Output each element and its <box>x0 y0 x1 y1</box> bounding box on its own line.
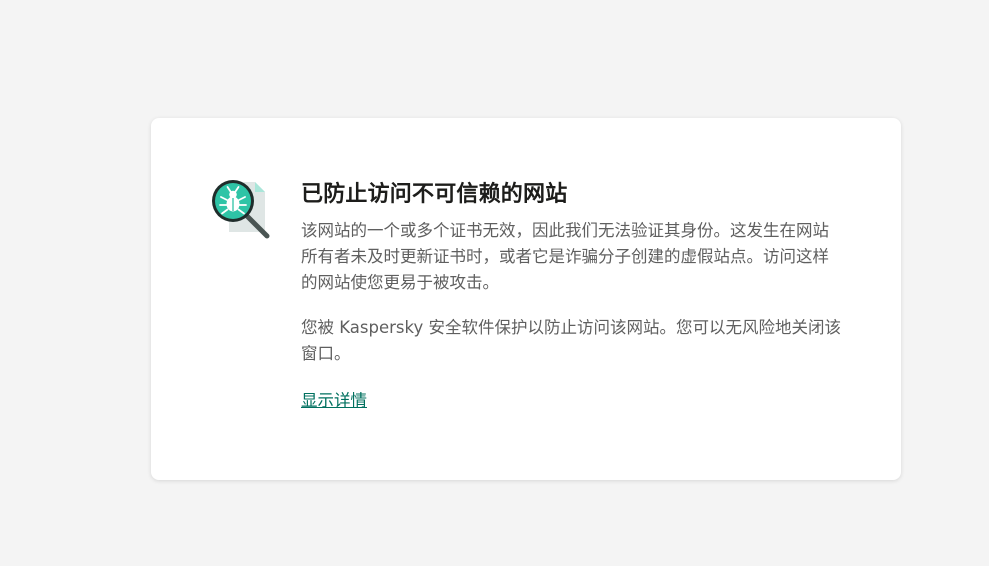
protection-notice: 您被 Kaspersky 安全软件保护以防止访问该网站。您可以无风险地关闭该窗口… <box>301 318 841 363</box>
warning-card: 已防止访问不可信赖的网站 该网站的一个或多个证书无效，因此我们无法验证其身份。这… <box>151 118 901 480</box>
warning-content: 已防止访问不可信赖的网站 该网站的一个或多个证书无效，因此我们无法验证其身份。这… <box>301 178 841 414</box>
page-title: 已防止访问不可信赖的网站 <box>301 182 568 207</box>
warning-description: 该网站的一个或多个证书无效，因此我们无法验证其身份。这发生在网站所有者未及时更新… <box>301 221 829 292</box>
bug-magnifier-icon <box>209 176 275 242</box>
show-details-link[interactable]: 显示详情 <box>301 388 367 414</box>
